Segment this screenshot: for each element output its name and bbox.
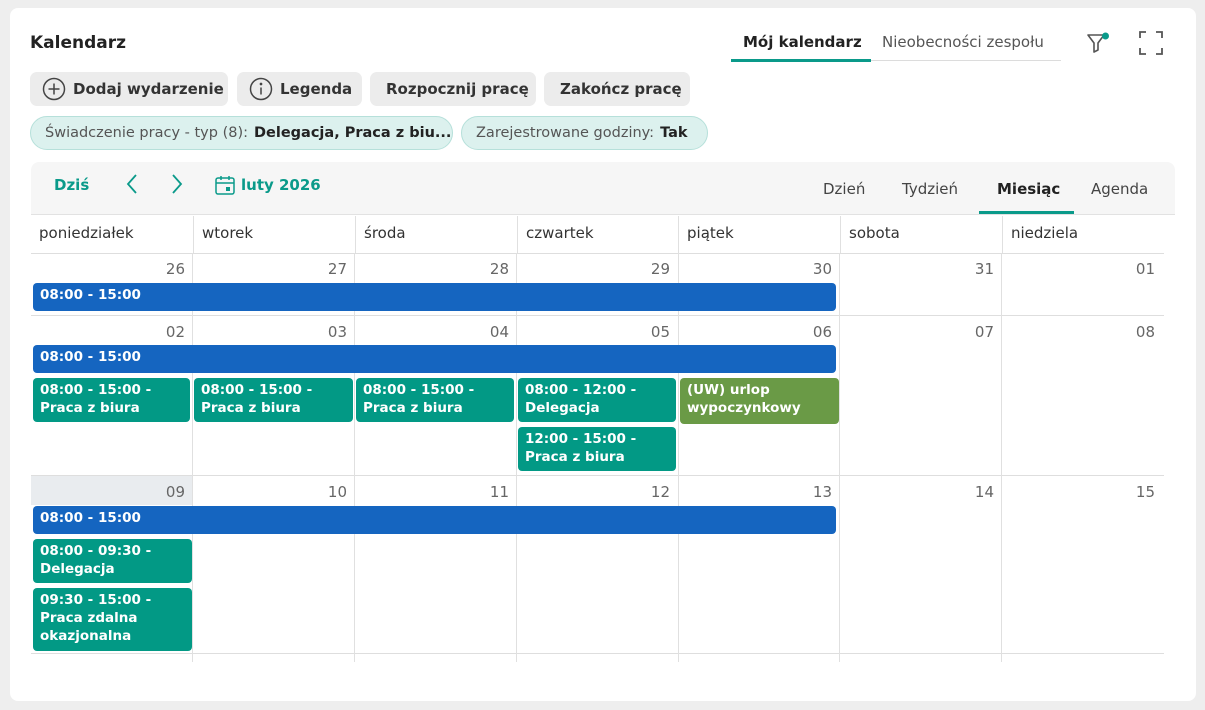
weekday-header: poniedziałek (39, 224, 134, 242)
filter-chip-value: Delegacja, Praca z biu... (254, 125, 452, 141)
day-number[interactable]: 10 (307, 483, 347, 501)
calendar-event[interactable]: 08:00 - 15:00 (33, 345, 836, 373)
start-work-button[interactable]: Rozpocznij pracę (370, 72, 536, 106)
add-event-button[interactable]: Dodaj wydarzenie (30, 72, 228, 106)
plus-circle-icon (42, 77, 66, 101)
end-work-button[interactable]: Zakończ pracę (544, 72, 690, 106)
calendar-event[interactable]: 08:00 - 15:00 - Praca z biura (356, 378, 514, 422)
weekday-header: wtorek (193, 216, 355, 253)
end-work-label: Zakończ pracę (560, 80, 682, 98)
start-work-label: Rozpocznij pracę (386, 80, 529, 98)
grid-line (354, 253, 355, 662)
weekday-header: niedziela (1002, 216, 1164, 253)
calendar-event[interactable]: 08:00 - 15:00 (33, 506, 836, 534)
calendar-event[interactable]: 08:00 - 12:00 - Delegacja (518, 378, 676, 422)
grid-line (31, 475, 1164, 476)
day-number[interactable]: 14 (954, 483, 994, 501)
grid-line (839, 253, 840, 662)
active-view-indicator (979, 211, 1074, 214)
grid-line (1001, 253, 1002, 662)
legend-label: Legenda (280, 80, 353, 98)
grid-line (678, 253, 679, 662)
grid-line (31, 653, 1164, 654)
filter-chip-label: Świadczenie pracy - typ (8): (45, 125, 248, 141)
grid-line (31, 253, 1164, 254)
month-label: luty 2026 (241, 176, 321, 194)
view-week-tab[interactable]: Tydzień (902, 180, 958, 198)
info-icon (249, 77, 273, 101)
day-number[interactable]: 31 (954, 260, 994, 278)
tab-my-calendar[interactable]: Mój kalendarz (743, 33, 862, 51)
day-number[interactable]: 04 (469, 323, 509, 341)
calendar-event[interactable]: 08:00 - 09:30 - Delegacja (33, 539, 192, 583)
view-day-tab[interactable]: Dzień (823, 180, 865, 198)
calendar-event[interactable]: 08:00 - 15:00 - Praca z biura (33, 378, 190, 422)
filter-button[interactable] (1084, 31, 1112, 59)
fullscreen-icon (1138, 30, 1164, 60)
month-picker[interactable]: luty 2026 (214, 174, 321, 196)
view-month-tab[interactable]: Miesiąc (997, 180, 1060, 198)
prev-month-button[interactable] (122, 174, 142, 198)
weekday-header: sobota (840, 216, 1002, 253)
calendar-event[interactable]: 12:00 - 15:00 - Praca z biura (518, 427, 676, 471)
day-number[interactable]: 29 (630, 260, 670, 278)
filter-chip-label: Zarejestrowane godziny: (476, 125, 655, 141)
calendar-icon (214, 174, 241, 196)
calendar-event[interactable]: 08:00 - 15:00 (33, 283, 836, 311)
chevron-right-icon (170, 173, 184, 199)
calendar-view-tabs: Mój kalendarz Nieobecności zespołu (731, 30, 1061, 62)
tab-team-absences[interactable]: Nieobecności zespołu (882, 33, 1044, 51)
page-title: Kalendarz (30, 33, 127, 53)
day-number[interactable]: 06 (792, 323, 832, 341)
filter-chip-work-type[interactable]: Świadczenie pracy - typ (8): Delegacja, … (30, 116, 453, 150)
day-number[interactable]: 12 (630, 483, 670, 501)
filter-chip-value: Tak (660, 125, 688, 141)
day-number[interactable]: 26 (145, 260, 185, 278)
day-number[interactable]: 11 (469, 483, 509, 501)
day-number[interactable]: 03 (307, 323, 347, 341)
grid-line (516, 253, 517, 662)
day-number[interactable]: 01 (1115, 260, 1155, 278)
chevron-left-icon (125, 173, 139, 199)
day-number[interactable]: 05 (630, 323, 670, 341)
view-agenda-tab[interactable]: Agenda (1091, 180, 1148, 198)
next-month-button[interactable] (167, 174, 187, 198)
active-tab-indicator (731, 59, 871, 62)
calendar-event[interactable]: 08:00 - 15:00 - Praca z biura (194, 378, 353, 422)
day-number[interactable]: 08 (1115, 323, 1155, 341)
today-button[interactable]: Dziś (54, 176, 89, 194)
weekday-header: środa (355, 216, 517, 253)
filter-chip-registered-hours[interactable]: Zarejestrowane godziny: Tak (461, 116, 708, 150)
calendar-event[interactable]: 09:30 - 15:00 - Praca zdalna okazjonalna (33, 588, 192, 651)
day-number[interactable]: 30 (792, 260, 832, 278)
fullscreen-button[interactable] (1137, 31, 1165, 59)
day-number[interactable]: 13 (792, 483, 832, 501)
day-number[interactable]: 27 (307, 260, 347, 278)
add-event-label: Dodaj wydarzenie (73, 80, 224, 98)
calendar-event[interactable]: (UW) urlop wypoczynkowy (680, 378, 839, 424)
grid-line (192, 253, 193, 662)
grid-line (31, 315, 1164, 316)
day-number[interactable]: 28 (469, 260, 509, 278)
day-number[interactable]: 09 (145, 483, 185, 501)
day-number[interactable]: 15 (1115, 483, 1155, 501)
calendar-toolbar: Dziś luty 2026 Dzień Tydzień Miesiąc Age… (31, 162, 1175, 215)
legend-button[interactable]: Legenda (237, 72, 362, 106)
weekday-header: piątek (678, 216, 840, 253)
weekday-header: czwartek (517, 216, 679, 253)
filter-icon (1085, 30, 1111, 60)
day-number[interactable]: 02 (145, 323, 185, 341)
day-number[interactable]: 07 (954, 323, 994, 341)
